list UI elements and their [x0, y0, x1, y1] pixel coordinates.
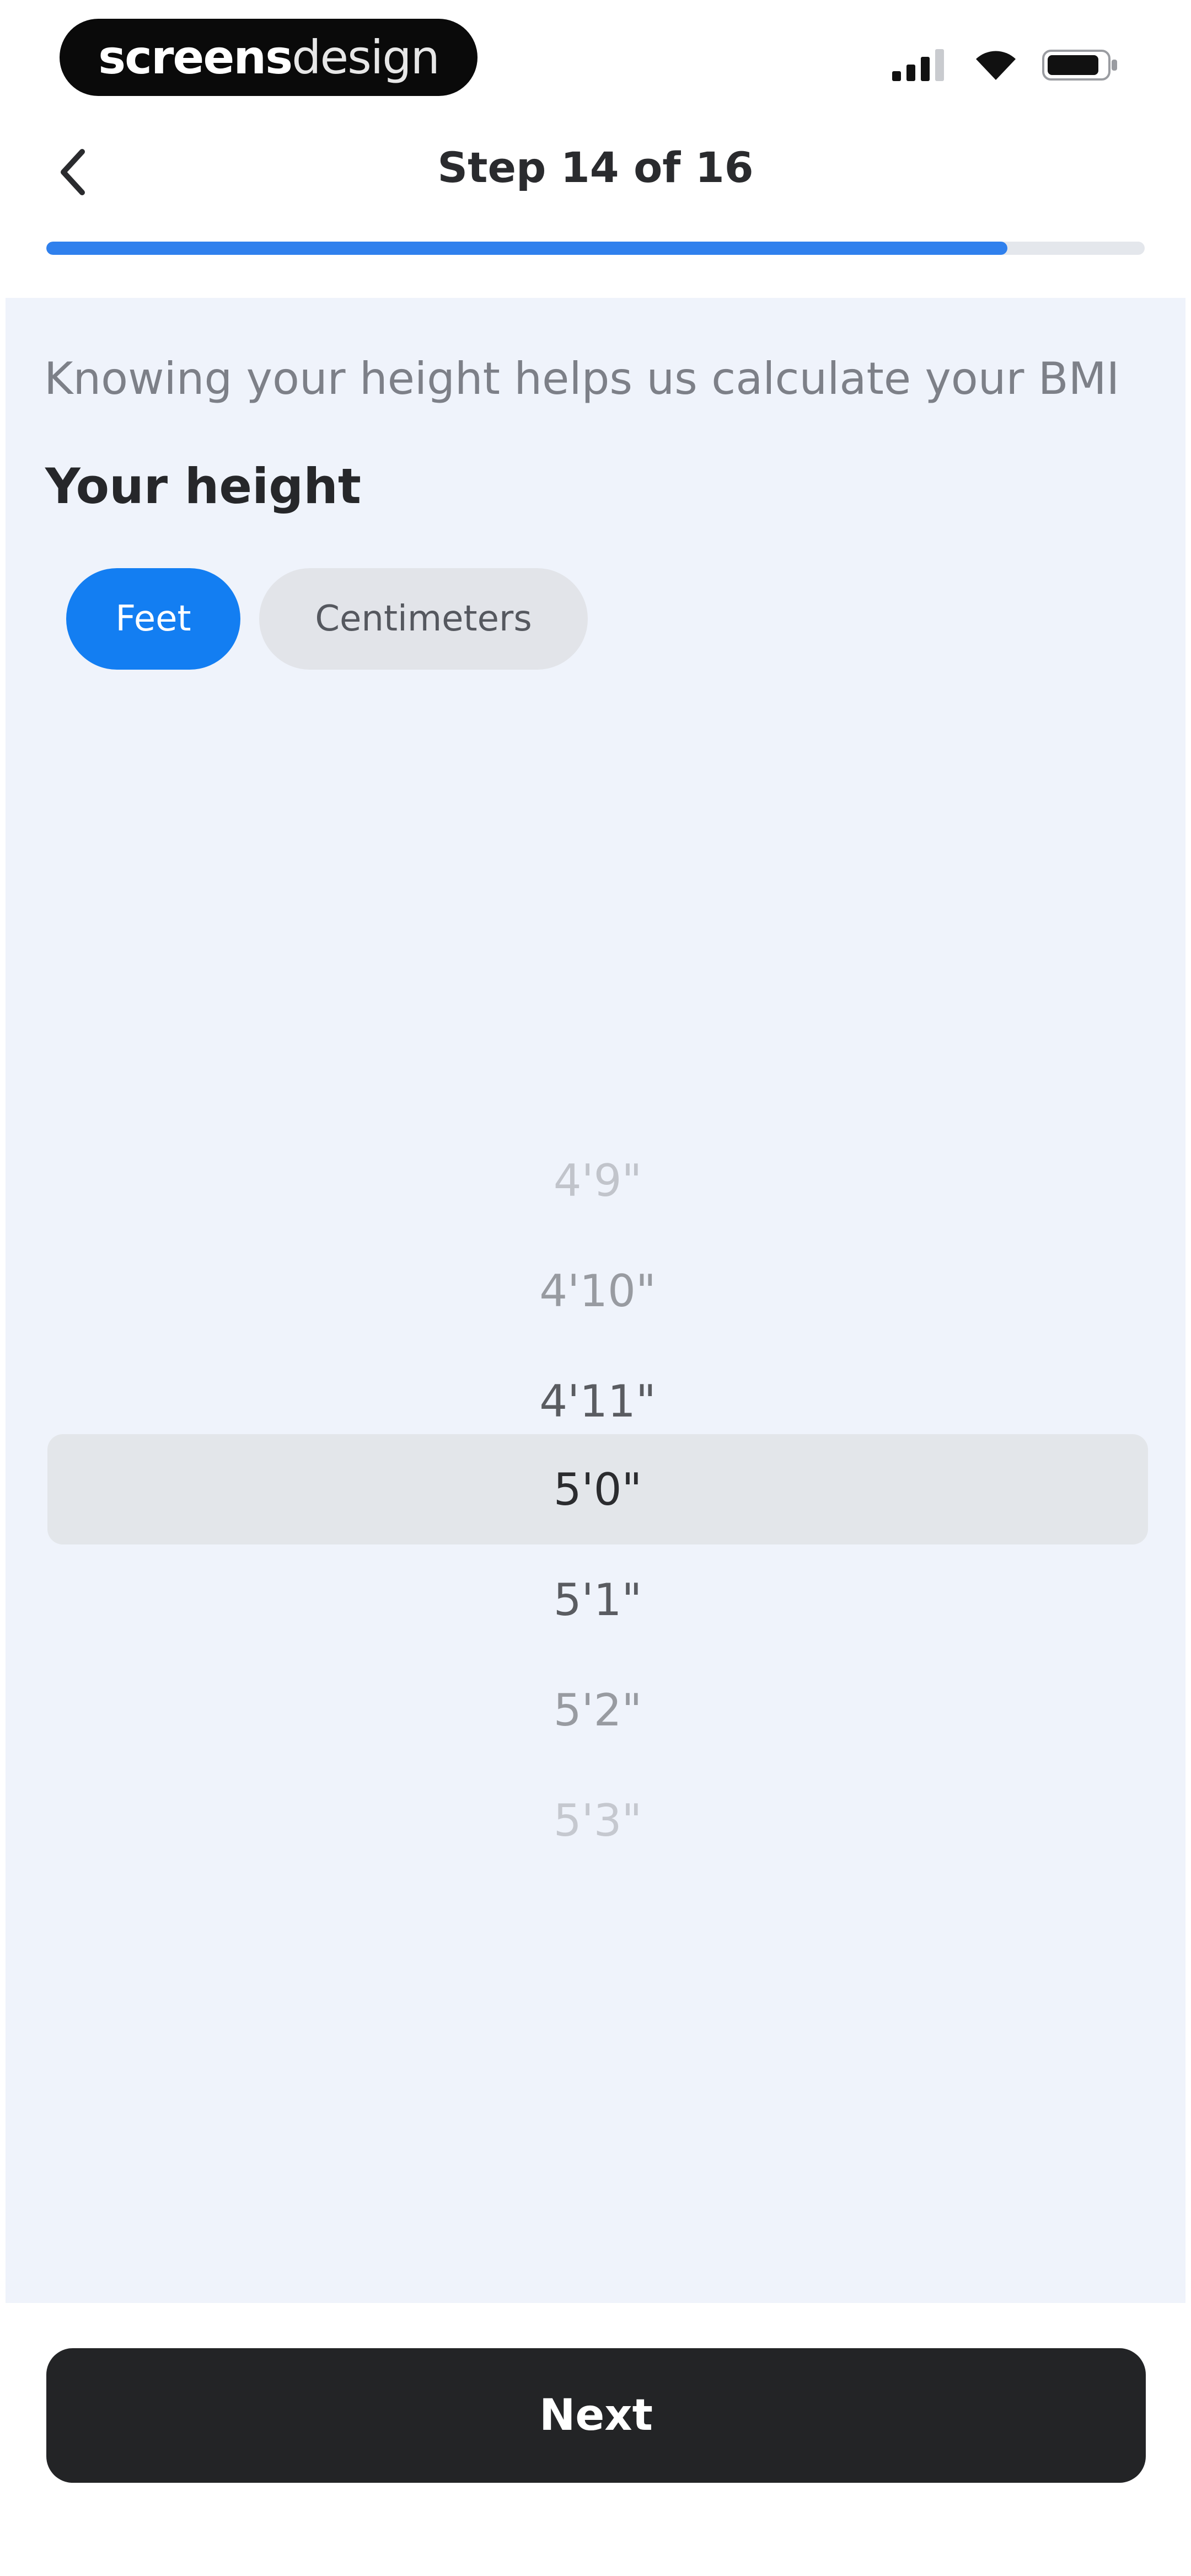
picker-item[interactable]: 5'3" — [47, 1765, 1148, 1875]
picker-item[interactable]: 5'1" — [47, 1544, 1148, 1655]
progress-bar — [46, 242, 1145, 255]
picker-item[interactable]: 4'9" — [47, 1125, 1148, 1236]
header: Step 14 of 16 — [0, 119, 1191, 255]
signal-icon — [892, 49, 949, 81]
picker-item-selected[interactable]: 5'0" — [47, 1434, 1148, 1544]
brand-logo: screens design — [60, 19, 478, 96]
brand-logo-light: design — [292, 30, 440, 84]
page-title: Step 14 of 16 — [437, 143, 754, 192]
picker-item[interactable]: 4'10" — [47, 1236, 1148, 1346]
subtitle: Knowing your height helps us calculate y… — [44, 353, 1120, 404]
brand-logo-bold: screens — [98, 30, 293, 84]
footer: Next — [0, 2303, 1191, 2576]
app-screen: screens design Step 14 of 16 Knowing you… — [0, 0, 1191, 2576]
section-title: Your height — [45, 458, 361, 515]
unit-toggle: Feet Centimeters — [66, 568, 588, 670]
height-picker[interactable]: 4'9" 4'10" 4'11" 5'0" 5'1" 5'2" 5'3" — [47, 1125, 1148, 1898]
next-button[interactable]: Next — [46, 2348, 1146, 2483]
picker-item[interactable]: 5'2" — [47, 1655, 1148, 1765]
status-icons — [892, 49, 1119, 82]
unit-feet-button[interactable]: Feet — [66, 568, 240, 670]
status-bar: screens design — [0, 0, 1191, 116]
battery-icon — [1042, 49, 1119, 82]
unit-centimeters-button[interactable]: Centimeters — [259, 568, 588, 670]
progress-bar-fill — [46, 242, 1007, 255]
main-content: Knowing your height helps us calculate y… — [6, 298, 1185, 2303]
wifi-icon — [974, 49, 1018, 81]
